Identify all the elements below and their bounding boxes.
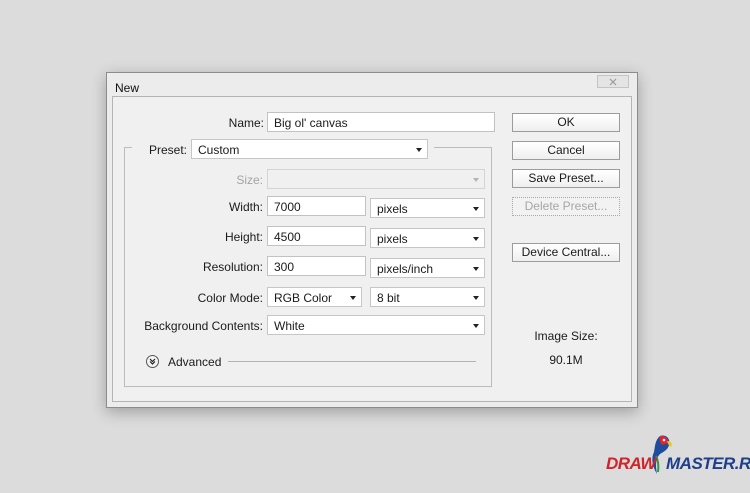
image-size-value: 90.1M <box>549 353 583 367</box>
resolution-label: Resolution: <box>202 260 263 274</box>
size-label: Size: <box>236 173 263 187</box>
height-input[interactable]: 4500 <box>267 226 366 246</box>
chevron-down-icon <box>473 237 479 241</box>
ok-button[interactable]: OK <box>512 113 620 132</box>
color-mode-label: Color Mode: <box>197 291 263 305</box>
chevron-down-icon <box>416 148 422 152</box>
logo-text-left: DRAW <box>606 454 656 473</box>
image-size-label: Image Size: <box>534 329 598 343</box>
color-mode-value: RGB Color <box>274 291 333 305</box>
name-input[interactable]: Big ol' canvas <box>267 112 495 132</box>
width-input[interactable]: 7000 <box>267 196 366 216</box>
resolution-unit-select[interactable]: pixels/inch <box>370 258 485 278</box>
bit-depth-value: 8 bit <box>377 291 400 305</box>
name-label: Name: <box>228 116 264 130</box>
close-icon <box>609 78 617 85</box>
size-select <box>267 169 485 189</box>
logo-text-right: MASTER.RU <box>666 454 750 473</box>
dialog-title: New <box>115 81 140 95</box>
background-contents-value: White <box>274 319 305 333</box>
preset-select-value: Custom <box>198 143 240 157</box>
resolution-input[interactable]: 300 <box>267 256 366 276</box>
chevron-down-icon <box>473 178 479 182</box>
resolution-unit-value: pixels/inch <box>377 262 434 276</box>
chevron-double-down-icon <box>149 358 156 365</box>
width-unit-value: pixels <box>377 202 408 216</box>
height-unit-value: pixels <box>377 232 408 246</box>
height-label: Height: <box>224 230 263 244</box>
preset-select[interactable]: Custom <box>191 139 428 159</box>
width-unit-select[interactable]: pixels <box>370 198 485 218</box>
drawmaster-logo: DRAW MASTER.RU <box>604 432 750 480</box>
chevron-down-icon <box>350 296 356 300</box>
background-contents-label: Background Contents: <box>144 319 263 333</box>
width-label: Width: <box>228 200 263 214</box>
bit-depth-select[interactable]: 8 bit <box>370 287 485 307</box>
chevron-down-icon <box>473 296 479 300</box>
advanced-label[interactable]: Advanced <box>168 355 221 369</box>
chevron-down-icon <box>473 267 479 271</box>
cancel-button[interactable]: Cancel <box>512 141 620 160</box>
color-mode-select[interactable]: RGB Color <box>267 287 362 307</box>
advanced-toggle-icon[interactable] <box>146 355 159 368</box>
save-preset-button[interactable]: Save Preset... <box>512 169 620 188</box>
device-central-button[interactable]: Device Central... <box>512 243 620 262</box>
close-button[interactable] <box>597 75 629 88</box>
background-contents-select[interactable]: White <box>267 315 485 335</box>
chevron-down-icon <box>473 324 479 328</box>
preset-label: Preset: <box>148 143 187 157</box>
advanced-divider <box>228 361 476 362</box>
height-unit-select[interactable]: pixels <box>370 228 485 248</box>
chevron-down-icon <box>473 207 479 211</box>
delete-preset-button: Delete Preset... <box>512 197 620 216</box>
